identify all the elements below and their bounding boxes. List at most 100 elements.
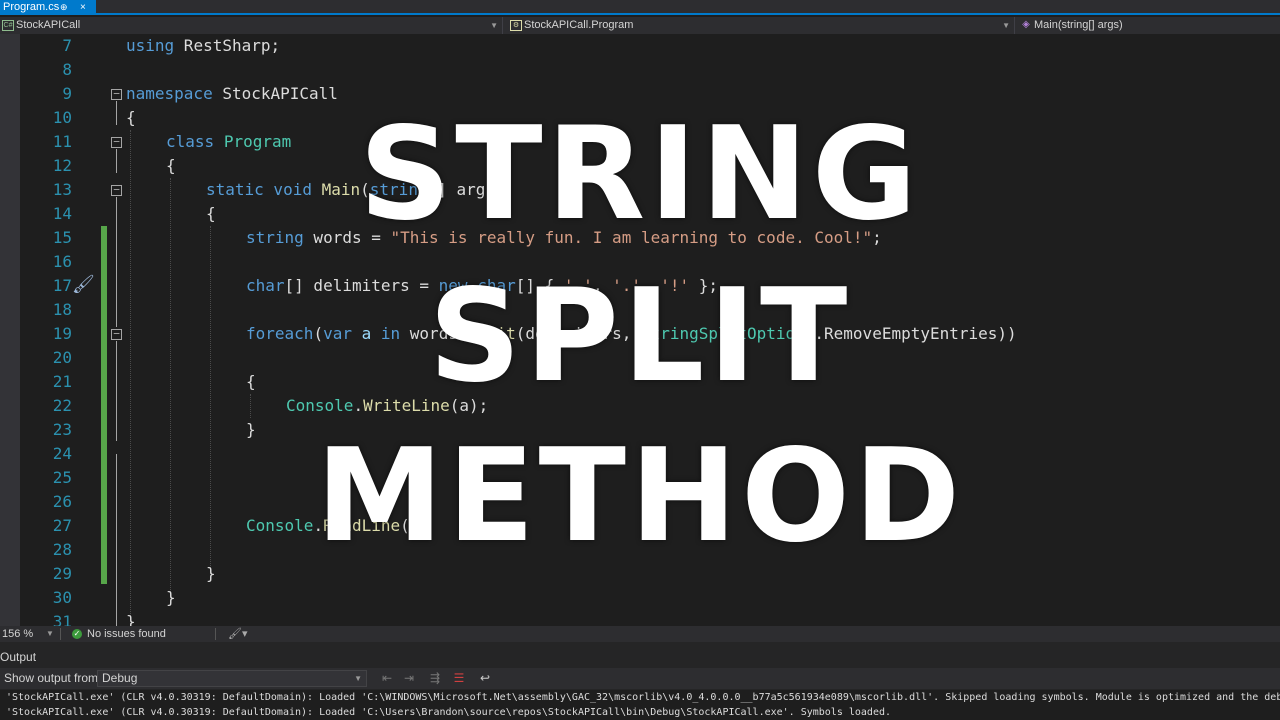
member-dropdown[interactable]: ◈ Main(string[] args) xyxy=(1018,17,1280,34)
line-number: 26 xyxy=(52,492,72,511)
issues-status[interactable]: No issues found xyxy=(87,626,166,642)
code-text: RestSharp; xyxy=(174,36,281,55)
output-log-line: 'StockAPICall.exe' (CLR v4.0.30319: Defa… xyxy=(6,692,1280,703)
code-line-17: char[] delimiters = new char[] { ' ', '.… xyxy=(246,274,718,298)
code-editor[interactable]: 7 8 9 10 11 12 13 14 15 16 17 18 19 20 2… xyxy=(0,34,1280,626)
code-text: , xyxy=(592,276,613,295)
change-tracking-bar xyxy=(101,226,107,584)
line-number: 18 xyxy=(52,300,72,319)
find-message-icon[interactable]: ⇶ xyxy=(428,671,442,685)
code-line-23: } xyxy=(246,420,256,439)
type-name: Console xyxy=(286,396,354,415)
line-number: 23 xyxy=(52,420,72,439)
navigation-bar: C# StockAPICall ▼ ⚙ StockAPICall.Program… xyxy=(0,17,1280,34)
string-literal: ' ' xyxy=(563,276,593,295)
output-source-select[interactable]: Debug ▼ xyxy=(97,670,367,687)
line-number: 20 xyxy=(52,348,72,367)
code-line-30: } xyxy=(166,588,176,607)
clear-all-icon[interactable]: ☰ xyxy=(452,671,466,685)
code-text: (a); xyxy=(449,396,489,415)
line-number: 29 xyxy=(52,564,72,583)
method-name: ReadLine xyxy=(323,516,401,535)
line-number: 12 xyxy=(52,156,72,175)
keyword: string xyxy=(246,228,304,247)
collapse-icon[interactable]: − xyxy=(111,88,122,100)
keyword: in xyxy=(380,324,401,343)
indent-guide xyxy=(130,130,131,626)
keyword: foreach xyxy=(246,324,314,343)
code-text: StockAPICall xyxy=(212,84,338,103)
line-number: 30 xyxy=(52,588,72,607)
string-literal: '.' xyxy=(612,276,641,295)
document-tab-strip: Program.cs ⊕ × xyxy=(0,0,1280,15)
line-number: 17 xyxy=(52,276,72,295)
zoom-level[interactable]: 156 % xyxy=(2,626,33,642)
keyword: string xyxy=(369,180,428,199)
method-icon: ◈ xyxy=(1022,19,1030,30)
code-text: , xyxy=(640,276,661,295)
pin-icon[interactable]: ⊕ xyxy=(60,0,68,15)
code-line-12: { xyxy=(166,156,176,175)
chevron-down-icon: ▼ xyxy=(354,674,362,683)
type-name: StringSplitOptions xyxy=(641,324,815,343)
line-number: 14 xyxy=(52,204,72,223)
code-line-11: class Program xyxy=(166,130,291,154)
collapse-icon[interactable]: − xyxy=(111,184,122,196)
collapse-icon[interactable]: − xyxy=(111,328,122,340)
line-number: 19 xyxy=(52,324,72,343)
line-number: 7 xyxy=(62,36,72,55)
code-text: words. xyxy=(400,324,468,343)
go-to-next-icon[interactable]: ⇥ xyxy=(402,671,416,685)
line-number: 21 xyxy=(52,372,72,391)
variable: a xyxy=(351,324,381,343)
keyword: new xyxy=(438,276,468,295)
chevron-down-icon[interactable]: ▼ xyxy=(46,626,54,642)
line-number: 15 xyxy=(52,228,72,247)
code-text: [] args) xyxy=(427,180,505,199)
code-line-15: string words = "This is really fun. I am… xyxy=(246,226,882,250)
code-cleanup-icon[interactable]: 🖌▾ xyxy=(228,626,248,642)
tab-label: Program.cs xyxy=(3,1,60,13)
divider xyxy=(60,628,61,640)
line-number: 11 xyxy=(52,132,72,151)
line-number: 16 xyxy=(52,252,72,271)
indent-guide xyxy=(210,226,211,574)
code-text: [] { xyxy=(515,276,564,295)
code-line-7: using RestSharp; xyxy=(126,34,280,58)
go-to-previous-icon[interactable]: ⇤ xyxy=(380,671,394,685)
tab-program-cs[interactable]: Program.cs ⊕ × xyxy=(0,0,96,15)
code-text: (); xyxy=(400,516,430,535)
project-dropdown[interactable]: C# StockAPICall ▼ xyxy=(0,17,503,34)
code-text: ( xyxy=(313,324,324,343)
fold-line xyxy=(116,101,117,125)
code-text: ( xyxy=(360,180,370,199)
code-text: (delimiters, xyxy=(515,324,641,343)
collapse-icon[interactable]: − xyxy=(111,136,122,148)
project-name: StockAPICall xyxy=(16,19,81,31)
line-number: 9 xyxy=(62,84,72,103)
word-wrap-icon[interactable]: ↩ xyxy=(478,671,492,685)
keyword: static void xyxy=(206,180,312,199)
member-name: Main(string[] args) xyxy=(1034,19,1123,31)
code-text: ; xyxy=(872,228,882,247)
fold-line xyxy=(116,197,117,327)
code-text: }; xyxy=(689,276,719,295)
fold-line xyxy=(116,149,117,173)
string-literal: "This is really fun. I am learning to co… xyxy=(390,228,873,247)
type-name: Console xyxy=(246,516,314,535)
code-text: . xyxy=(313,516,324,535)
class-name: StockAPICall.Program xyxy=(524,19,634,31)
code-line-27: Console.ReadLine(); xyxy=(246,514,429,538)
close-icon[interactable]: × xyxy=(80,0,86,15)
code-line-22: Console.WriteLine(a); xyxy=(286,394,488,418)
class-dropdown[interactable]: ⚙ StockAPICall.Program ▼ xyxy=(508,17,1015,34)
output-source-value: Debug xyxy=(102,671,138,685)
indent-guide xyxy=(170,178,171,598)
code-line-31: } xyxy=(126,612,136,626)
keyword: char xyxy=(477,276,516,295)
line-number: 27 xyxy=(52,516,72,535)
line-number: 28 xyxy=(52,540,72,559)
show-output-label: Show output from: xyxy=(4,671,102,685)
code-line-9: namespace StockAPICall xyxy=(126,82,338,106)
quick-actions-brush-icon[interactable]: 🖌 xyxy=(72,274,95,295)
